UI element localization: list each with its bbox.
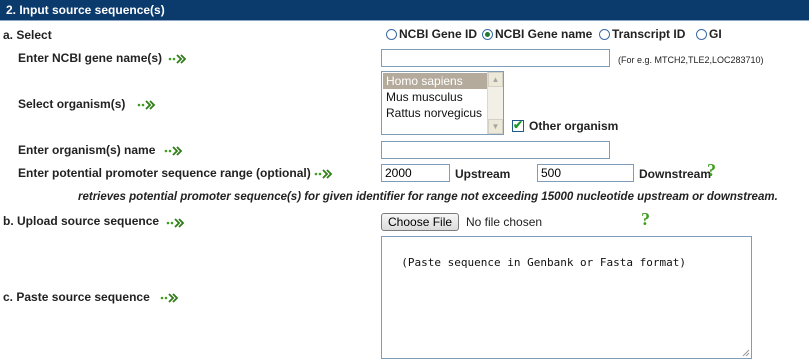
double-chevron-arrow-icon — [164, 146, 183, 156]
file-status: No file chosen — [466, 215, 543, 229]
double-chevron-arrow-icon — [160, 293, 179, 303]
section-header: 2. Input source sequence(s) — [0, 0, 809, 21]
promoter-note: retrieves potential promoter sequence(s)… — [78, 191, 778, 203]
organism-name-input[interactable] — [381, 141, 610, 159]
downstream-label: Downstream — [639, 167, 712, 181]
paste-label: c. Paste source sequence — [3, 290, 150, 304]
choose-file-button[interactable]: Choose File — [381, 213, 460, 231]
question-mark-icon[interactable]: ? — [641, 209, 650, 230]
select-label: a. Select — [3, 28, 52, 42]
radio-transcript-id[interactable]: Transcript ID — [599, 27, 685, 41]
organism-option[interactable]: Mus musculus — [383, 89, 487, 105]
radio-ncbi-gene-name[interactable]: NCBI Gene name — [482, 27, 592, 41]
radio-label: Transcript ID — [612, 27, 686, 41]
gene-names-hint: (For e.g. MTCH2,TLE2,LOC283710) — [618, 55, 764, 65]
organism-label: Select organism(s) — [18, 97, 126, 111]
radio-circle[interactable] — [599, 28, 610, 40]
upstream-label: Upstream — [455, 167, 511, 181]
organism-option[interactable]: Homo sapiens — [383, 73, 487, 89]
radio-label: GI — [709, 27, 722, 41]
radio-circle[interactable] — [386, 28, 397, 40]
section-title: 2. Input source sequence(s) — [6, 3, 165, 17]
organism-option[interactable]: Rattus norvegicus — [383, 105, 487, 121]
other-organism-checkbox[interactable]: ✔ — [512, 118, 524, 132]
organism-name-label: Enter organism(s) name — [18, 143, 156, 157]
paste-sequence-textarea[interactable]: (Paste sequence in Genbank or Fasta form… — [381, 236, 752, 359]
double-chevron-arrow-icon — [314, 169, 333, 179]
radio-ncbi-gene-id[interactable]: NCBI Gene ID — [386, 27, 477, 41]
upstream-input[interactable] — [381, 164, 450, 182]
paste-placeholder: (Paste sequence in Genbank or Fasta form… — [401, 256, 687, 269]
gene-names-input[interactable] — [381, 49, 610, 67]
double-chevron-arrow-icon — [166, 218, 185, 228]
radio-circle[interactable] — [696, 28, 707, 40]
organism-listbox[interactable]: Homo sapiens Mus musculus Rattus norvegi… — [381, 71, 504, 135]
downstream-input[interactable] — [537, 164, 634, 182]
other-organism-toggle[interactable]: ✔ Other organism — [512, 118, 619, 133]
radio-gi[interactable]: GI — [696, 27, 722, 41]
listbox-scrollbar[interactable]: ▲ ▼ — [487, 72, 503, 134]
double-chevron-arrow-icon — [137, 100, 156, 110]
scroll-up-icon[interactable]: ▲ — [488, 72, 503, 87]
other-organism-label: Other organism — [529, 119, 619, 133]
promoter-label: Enter potential promoter sequence range … — [18, 166, 311, 180]
scroll-down-icon[interactable]: ▼ — [488, 119, 503, 134]
check-icon: ✔ — [513, 118, 524, 132]
upload-label: b. Upload source sequence — [3, 214, 160, 228]
resize-grip-icon[interactable] — [741, 348, 750, 357]
radio-label: NCBI Gene ID — [399, 27, 478, 41]
radio-circle[interactable] — [482, 28, 493, 40]
gene-names-label: Enter NCBI gene name(s) — [18, 51, 163, 65]
question-mark-icon[interactable]: ? — [707, 160, 716, 181]
radio-label: NCBI Gene name — [495, 27, 593, 41]
double-chevron-arrow-icon — [168, 54, 187, 64]
